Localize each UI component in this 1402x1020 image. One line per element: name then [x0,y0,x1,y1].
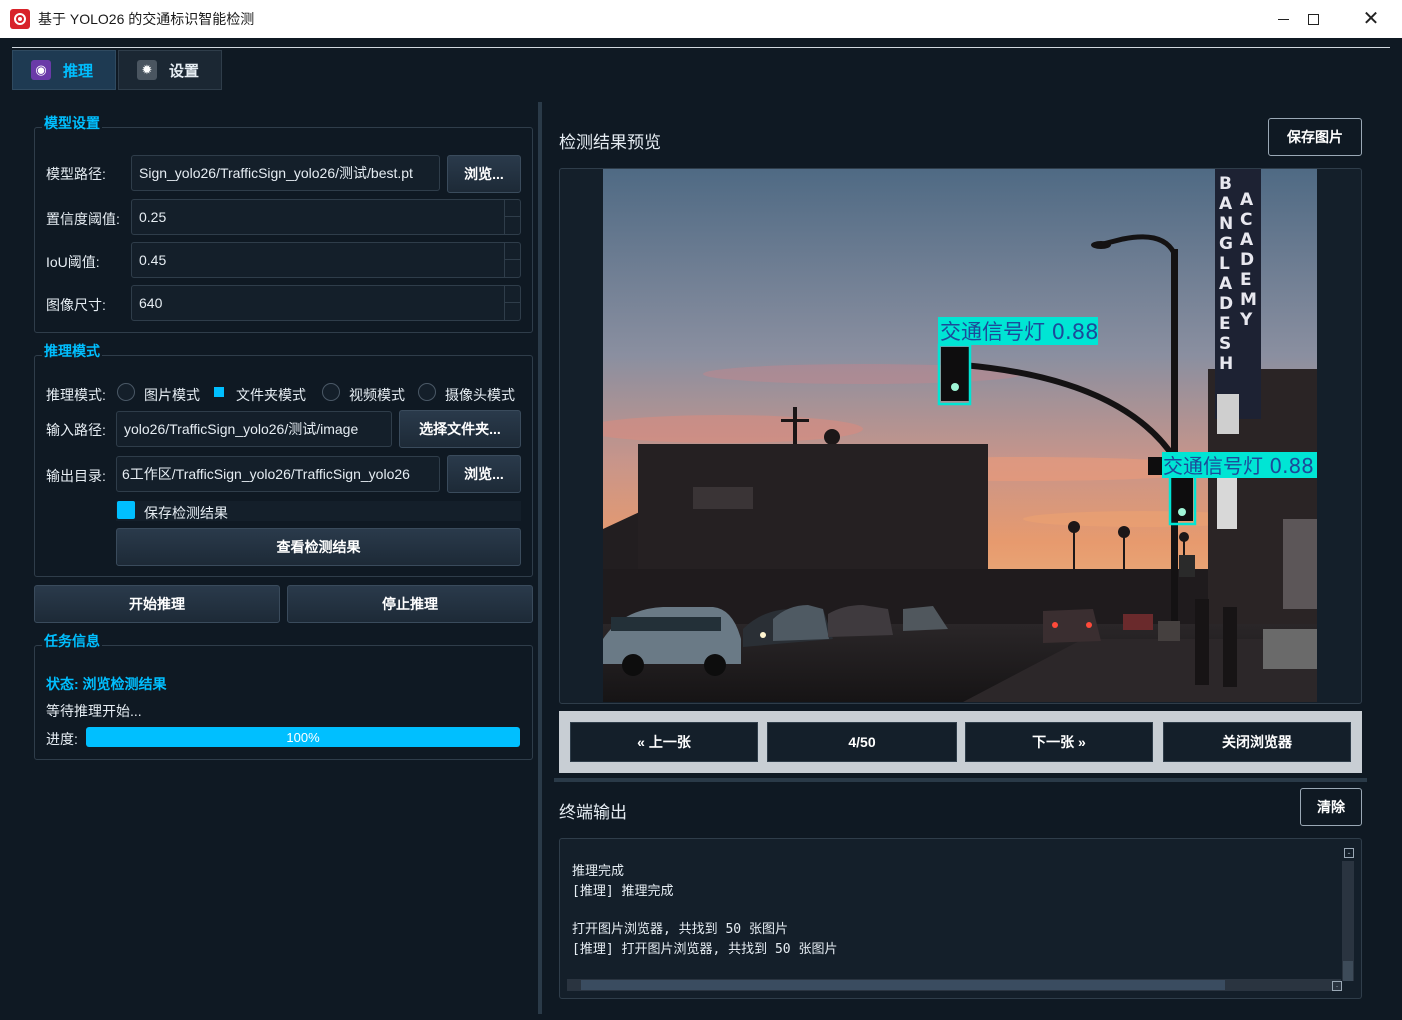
terminal-line: [推理] 打开图片浏览器, 共找到 50 张图片 [572,942,838,957]
clear-terminal-button[interactable]: 清除 [1300,788,1362,826]
tab-settings-label: 设置 [169,62,200,80]
detection-image: BANGLADESH ACADEMY 交通信号灯 0.88 交通信号灯 0.88 [603,169,1317,702]
radio-image-mode[interactable] [117,383,135,401]
model-path-label: 模型路径: [46,166,106,182]
app-logo-icon [10,9,30,29]
terminal-line: 推理完成 [572,864,625,879]
infer-mode-title: 推理模式 [42,341,102,361]
horizontal-scrollbar[interactable] [567,979,1341,991]
svg-text:B: B [1219,174,1232,194]
model-browse-button[interactable]: 浏览... [447,155,521,193]
model-settings-title: 模型设置 [42,113,102,133]
maximize-icon [1307,13,1319,25]
image-counter: 4/50 [767,722,957,762]
detection-label-2: 交通信号灯 0.88 [1163,454,1314,478]
progress-text: 100% [286,729,320,745]
imgsz-spinbox[interactable]: 640 [131,285,521,321]
tab-inference-label: 推理 [63,62,94,80]
svg-text:D: D [1219,294,1233,314]
svg-text:C: C [1240,210,1252,230]
select-folder-button[interactable]: 选择文件夹... [399,410,521,448]
tab-settings[interactable]: ✹ 设置 [118,50,222,90]
radio-video-mode[interactable] [322,383,340,401]
progress-bar: 100% [86,727,520,747]
iou-spinbox[interactable]: 0.45 [131,242,521,278]
title-bar: 基于 YOLO26 的交通标识智能检测 ✕ [0,0,1402,38]
scroll-up-icon[interactable]: - [1344,848,1354,858]
svg-text:A: A [1240,230,1254,250]
conf-spinbox[interactable]: 0.25 [131,199,521,235]
save-image-button[interactable]: 保存图片 [1268,118,1362,156]
radio-image-label: 图片模式 [144,387,200,403]
brain-icon: ◉ [31,60,51,80]
vertical-scrollbar[interactable] [1342,861,1354,981]
window-title: 基于 YOLO26 的交通标识智能检测 [38,11,255,27]
svg-text:A: A [1219,194,1233,214]
svg-text:N: N [1219,214,1233,234]
input-path-label: 输入路径: [46,422,106,438]
tab-inference[interactable]: ◉ 推理 [12,50,116,90]
iou-value: 0.45 [139,252,167,268]
spin-arrows-icon[interactable] [504,200,521,234]
save-results-label: 保存检测结果 [144,505,228,521]
maximize-button[interactable] [1284,0,1342,38]
iou-label: IoU阈值: [46,254,100,270]
svg-text:L: L [1219,254,1230,274]
task-info-title: 任务信息 [42,631,102,651]
scroll-right-icon[interactable]: · [1332,981,1342,991]
conf-value: 0.25 [139,209,167,225]
horizontal-splitter[interactable] [554,778,1367,782]
spin-arrows-icon[interactable] [504,243,521,277]
progress-label: 进度: [46,731,78,747]
output-dir-label: 输出目录: [46,468,106,484]
view-results-button[interactable]: 查看检测结果 [116,528,521,566]
detection-label-1: 交通信号灯 0.88 [940,320,1098,344]
svg-text:Y: Y [1239,310,1253,330]
scrollbar-thumb[interactable] [1343,961,1353,981]
close-icon: ✕ [1362,8,1380,30]
output-dir-input[interactable]: 6工作区/TrafficSign_yolo26/TrafficSign_yolo… [116,456,440,492]
radio-folder-mode[interactable] [214,387,224,397]
radio-camera-label: 摄像头模式 [445,387,515,403]
save-results-checkbox[interactable] [117,501,135,519]
terminal-line: 打开图片浏览器, 共找到 50 张图片 [572,922,788,937]
imgsz-value: 640 [139,295,163,311]
svg-text:A: A [1240,190,1254,210]
svg-text:A: A [1219,274,1233,294]
input-path-input[interactable]: yolo26/TrafficSign_yolo26/测试/image [116,411,392,447]
mode-label: 推理模式: [46,387,106,403]
svg-text:E: E [1219,314,1231,334]
stop-inference-button[interactable]: 停止推理 [287,585,533,623]
radio-video-label: 视频模式 [349,387,405,403]
svg-text:M: M [1240,290,1257,310]
svg-text:E: E [1240,270,1252,290]
start-inference-button[interactable]: 开始推理 [34,585,280,623]
terminal-output[interactable]: 推理完成 [推理] 推理完成 打开图片浏览器, 共找到 50 张图片 [推理] … [559,838,1362,999]
divider [12,47,1390,48]
vertical-splitter[interactable] [538,102,542,1014]
scrollbar-thumb[interactable] [581,980,1225,990]
status-text: 状态: 浏览检测结果 [46,676,167,692]
radio-camera-mode[interactable] [418,383,436,401]
model-path-input[interactable]: Sign_yolo26/TrafficSign_yolo26/测试/best.p… [131,155,440,191]
terminal-line: [推理] 推理完成 [572,884,674,899]
svg-text:G: G [1219,234,1233,254]
svg-text:D: D [1240,250,1254,270]
imgsz-label: 图像尺寸: [46,297,106,313]
radio-folder-label: 文件夹模式 [236,387,306,403]
next-image-button[interactable]: 下一张 » [965,722,1153,762]
spin-arrows-icon[interactable] [504,286,521,320]
output-browse-button[interactable]: 浏览... [447,455,521,493]
preview-title: 检测结果预览 [559,133,661,152]
close-window-button[interactable]: ✕ [1342,0,1400,38]
prev-image-button[interactable]: « 上一张 [570,722,758,762]
gear-icon: ✹ [137,60,157,80]
close-viewer-button[interactable]: 关闭浏览器 [1163,722,1351,762]
svg-text:H: H [1219,354,1233,374]
svg-text:S: S [1219,334,1231,354]
conf-label: 置信度阈值: [46,211,120,227]
terminal-title: 终端输出 [559,803,627,822]
task-message: 等待推理开始... [46,703,142,719]
